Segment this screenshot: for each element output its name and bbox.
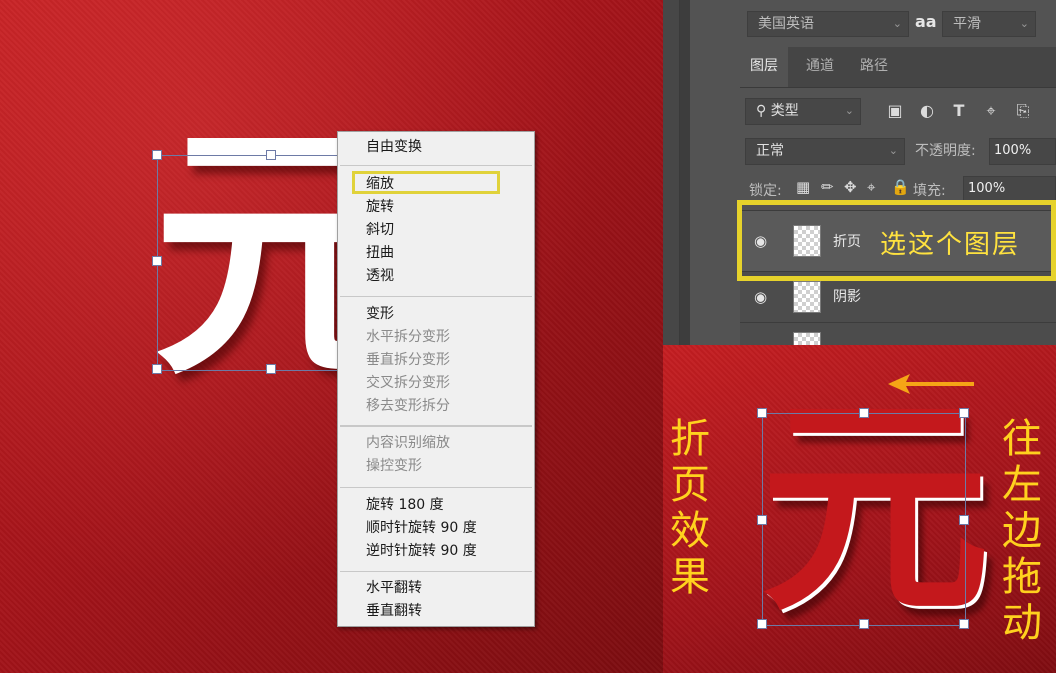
fill-input[interactable]: 100%: [963, 176, 1056, 203]
menu-item-perspective[interactable]: 透视: [366, 266, 394, 286]
fold-effect-label: 折 页 效 果: [667, 416, 713, 600]
lock-brush-icon[interactable]: ✏: [821, 178, 834, 196]
chevron-down-icon: ⌄: [1019, 17, 1029, 30]
transform-handle-bm[interactable]: [859, 619, 869, 629]
menu-item-content-aware-scale: 内容识别缩放: [366, 435, 450, 451]
transform-handle-tl[interactable]: [152, 150, 162, 160]
search-icon: ⚲: [756, 103, 767, 119]
fold-effect-char: 页: [670, 462, 710, 508]
transform-handle-tr[interactable]: [959, 408, 969, 418]
layer-filter-dropdown[interactable]: ⚲ 类型 ⌄: [745, 98, 861, 125]
fold-effect-char: 果: [670, 554, 710, 600]
lock-transparent-icon[interactable]: ▦: [796, 178, 810, 196]
transform-handle-ml[interactable]: [757, 515, 767, 525]
menu-separator: [340, 487, 532, 488]
chevron-down-icon: ⌄: [844, 104, 854, 117]
lock-all-icon[interactable]: 🔒: [891, 178, 910, 196]
fold-effect-char: 效: [670, 508, 710, 554]
transform-handle-ml[interactable]: [152, 256, 162, 266]
menu-item-rotate-180[interactable]: 旋转 180 度: [366, 495, 444, 515]
opacity-label: 不透明度:: [915, 143, 976, 159]
menu-item-split-warp-vertical: 垂直拆分变形: [366, 352, 450, 368]
blend-mode-value: 正常: [756, 143, 784, 159]
menu-item-scale[interactable]: 缩放: [366, 174, 394, 194]
tab-paths[interactable]: 路径: [860, 47, 888, 87]
transform-handle-tl[interactable]: [757, 408, 767, 418]
transform-handle-tm[interactable]: [266, 150, 276, 160]
antialias-dropdown[interactable]: 平滑 ⌄: [942, 11, 1036, 37]
transform-handle-bl[interactable]: [152, 364, 162, 374]
antialias-value: 平滑: [953, 16, 981, 32]
menu-item-warp[interactable]: 变形: [366, 304, 394, 324]
menu-item-rotate-90-ccw[interactable]: 逆时针旋转 90 度: [366, 541, 477, 561]
layer-filter-value: 类型: [770, 103, 799, 119]
drag-left-char: 拖: [1002, 554, 1042, 600]
layer-row[interactable]: [740, 322, 1056, 348]
menu-item-split-warp-horizontal: 水平拆分变形: [366, 329, 450, 345]
drag-left-char: 左: [1002, 462, 1042, 508]
menu-item-flip-horizontal[interactable]: 水平翻转: [366, 578, 422, 598]
transform-handle-bm[interactable]: [266, 364, 276, 374]
menu-separator: [340, 571, 532, 572]
tab-layers[interactable]: 图层: [740, 47, 788, 87]
transform-handle-tm[interactable]: [859, 408, 869, 418]
type-filter-icon[interactable]: T: [949, 101, 969, 121]
transform-handle-mr[interactable]: [959, 515, 969, 525]
smart-object-filter-icon[interactable]: ⎘: [1013, 101, 1033, 121]
chevron-down-icon: ⌄: [892, 17, 902, 30]
tab-channels[interactable]: 通道: [806, 47, 834, 87]
language-value: 美国英语: [758, 16, 814, 32]
transform-handle-br[interactable]: [959, 619, 969, 629]
menu-item-puppet-warp: 操控变形: [366, 458, 422, 474]
menu-separator: [340, 165, 532, 166]
drag-left-char: 边: [1002, 508, 1042, 554]
transform-bounding-box[interactable]: [762, 413, 966, 626]
menu-item-rotate[interactable]: 旋转: [366, 197, 394, 217]
layers-panel: 美国英语 ⌄ aa 平滑 ⌄ 图层 通道 路径 ⚲ 类型 ⌄ ▣ ◐ T ⌖ ⎘…: [663, 0, 1056, 348]
language-dropdown[interactable]: 美国英语 ⌄: [747, 11, 909, 37]
menu-item-rotate-90-cw[interactable]: 顺时针旋转 90 度: [366, 518, 477, 538]
layer-thumbnail: [793, 281, 821, 313]
visibility-eye-icon[interactable]: ◉: [754, 288, 767, 306]
arrow-left-icon: [888, 374, 974, 394]
menu-item-remove-warp-split: 移去变形拆分: [366, 398, 450, 414]
chevron-down-icon: ⌄: [888, 144, 898, 157]
transform-handle-bl[interactable]: [757, 619, 767, 629]
antialias-icon: aa: [915, 12, 937, 31]
drag-left-char: 往: [1002, 416, 1042, 462]
menu-item-distort[interactable]: 扭曲: [366, 243, 394, 263]
panel-tabs: 图层 通道 路径: [740, 47, 1056, 88]
fill-label: 填充:: [913, 183, 946, 199]
fill-value: 100%: [968, 181, 1006, 196]
opacity-value: 100%: [994, 143, 1032, 158]
menu-separator: [340, 425, 532, 427]
lock-artboard-icon[interactable]: ⌖: [867, 178, 875, 196]
menu-item-free-transform[interactable]: 自由变换: [366, 137, 422, 157]
image-filter-icon[interactable]: ▣: [885, 101, 905, 121]
menu-item-skew[interactable]: 斜切: [366, 220, 394, 240]
menu-item-split-warp-cross: 交叉拆分变形: [366, 375, 450, 391]
select-layer-annotation: 选这个图层: [880, 230, 1021, 260]
fold-effect-char: 折: [670, 416, 710, 462]
lock-move-icon[interactable]: ✥: [844, 178, 857, 196]
lock-label: 锁定:: [749, 183, 782, 199]
opacity-input[interactable]: 100%: [989, 138, 1056, 165]
panel-scroll-gutter[interactable]: [663, 0, 680, 345]
menu-separator: [340, 296, 532, 297]
adjustment-filter-icon[interactable]: ◐: [917, 101, 937, 121]
panel-divider: [680, 0, 690, 345]
drag-left-label: 往 左 边 拖 动: [999, 416, 1045, 646]
menu-item-flip-vertical[interactable]: 垂直翻转: [366, 601, 422, 621]
shape-filter-icon[interactable]: ⌖: [981, 101, 1001, 121]
drag-left-char: 动: [1002, 600, 1042, 646]
layer-name: 阴影: [833, 289, 861, 305]
blend-mode-dropdown[interactable]: 正常 ⌄: [745, 138, 905, 165]
transform-context-menu: 自由变换 缩放 旋转 斜切 扭曲 透视 变形 水平拆分变形 垂直拆分变形 交叉拆…: [337, 131, 535, 627]
